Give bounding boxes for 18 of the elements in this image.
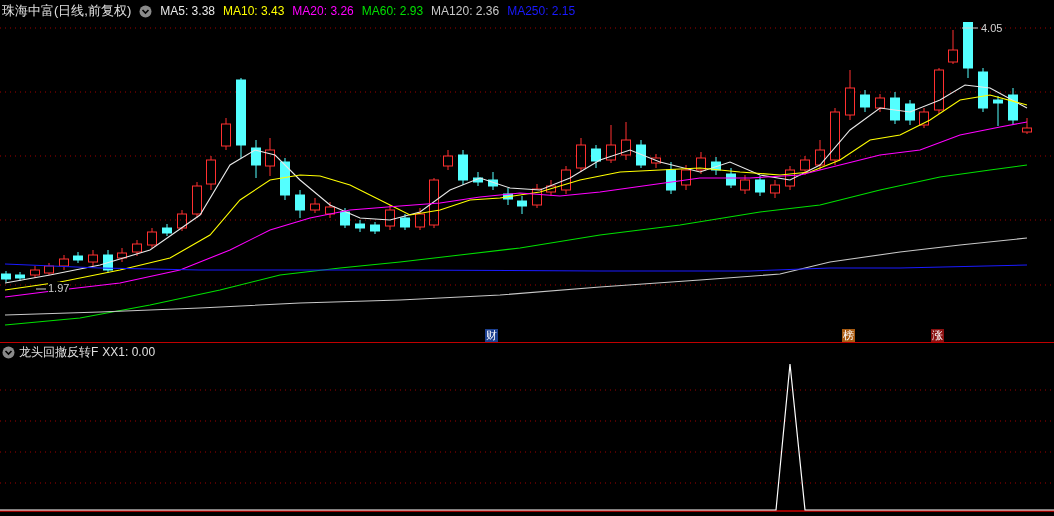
event-marker[interactable]: 榜 [842,329,855,342]
moving-average-label: MA120: 2.36 [431,4,500,18]
dropdown-chevron-icon[interactable] [139,4,153,18]
indicator-reading: XX1: 0.00 [102,345,156,359]
leader-line [961,27,979,29]
moving-average-label: MA250: 2.15 [507,4,576,18]
chart-title: 珠海中富(日线,前复权) [2,2,132,20]
event-marker[interactable]: 财 [485,329,498,342]
event-marker[interactable]: 涨 [931,329,944,342]
moving-average-label: MA10: 3.43 [223,4,285,18]
high-price-label: 4.05 [981,22,1003,34]
moving-average-label: MA20: 3.26 [292,4,354,18]
moving-average-label: MA60: 2.93 [361,4,424,18]
indicator-name: 龙头回撤反转F [19,343,99,361]
moving-average-label: MA5: 3.38 [160,4,215,18]
low-price-label: 1.97 [48,282,70,294]
dropdown-chevron-icon[interactable] [2,345,15,359]
leader-line [35,288,47,290]
